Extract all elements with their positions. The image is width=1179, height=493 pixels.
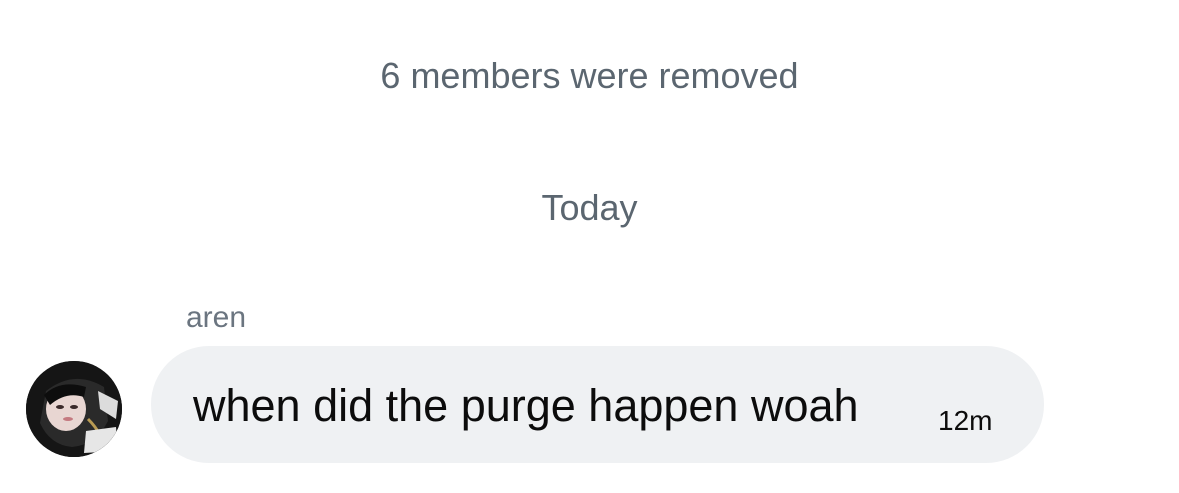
date-divider: Today xyxy=(541,187,638,228)
members-removed-notice: 6 members were removed xyxy=(380,55,799,96)
avatar[interactable] xyxy=(26,361,122,457)
chat-thread: 6 members were removed Today aren when d… xyxy=(0,0,1179,493)
sender-name[interactable]: aren xyxy=(186,299,246,337)
message-timestamp: 12m xyxy=(938,405,993,436)
message-text: when did the purge happen woah xyxy=(193,380,859,431)
message-bubble[interactable]: when did the purge happen woah 12m xyxy=(151,346,1044,463)
user-photo-avatar-icon xyxy=(26,361,122,457)
